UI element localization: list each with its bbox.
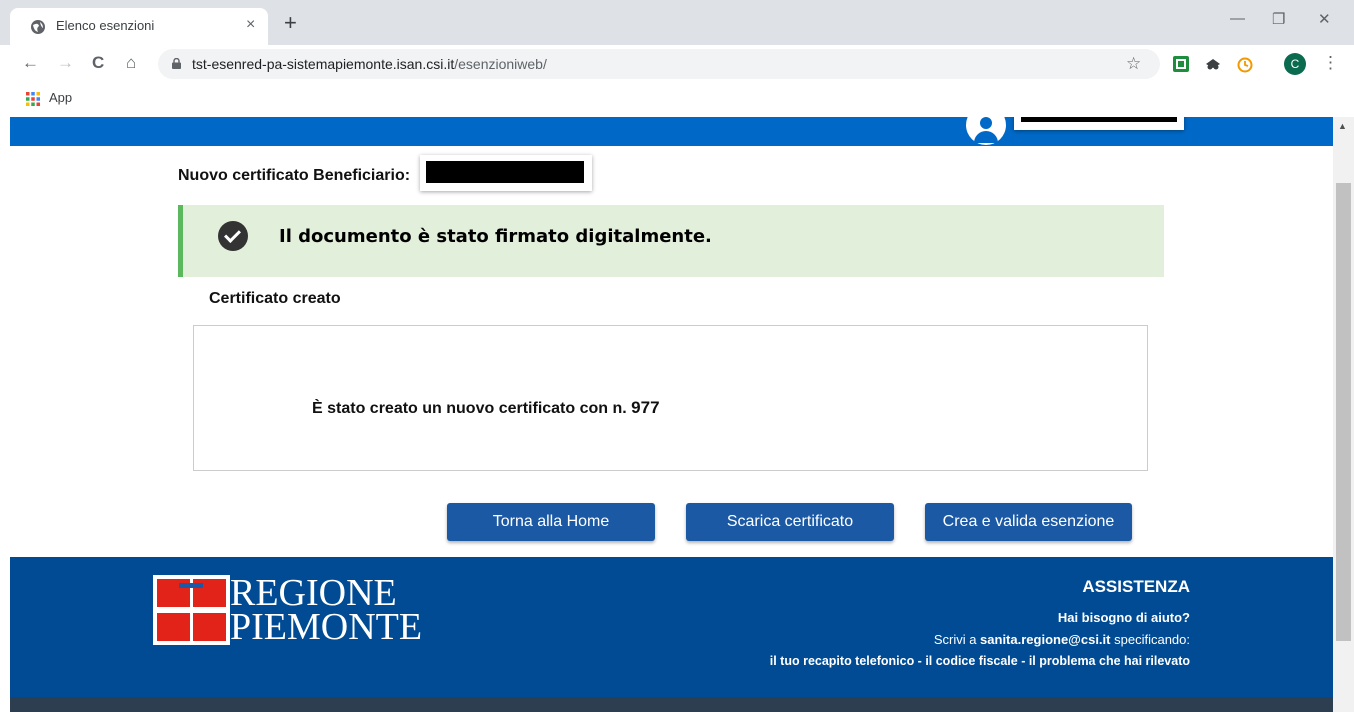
bookmark-star-icon[interactable]: ☆ xyxy=(1126,54,1141,74)
page-scrollbar[interactable]: ▲ xyxy=(1333,117,1354,712)
assistance-question: Hai bisogno di aiuto? xyxy=(1057,610,1190,625)
section-title: Certificato creato xyxy=(209,290,341,307)
browser-menu-icon[interactable]: ⋮ xyxy=(1322,53,1339,73)
result-panel: È stato creato un nuovo certificato con … xyxy=(193,325,1148,471)
profile-avatar[interactable]: C xyxy=(1284,53,1306,75)
result-message: È stato creato un nuovo certificato con … xyxy=(312,398,660,418)
scroll-up-icon[interactable]: ▲ xyxy=(1338,121,1347,131)
bookmarks-bar: App xyxy=(0,83,1354,117)
url-path: /esenzioniweb/ xyxy=(454,56,547,72)
back-home-button[interactable]: Torna alla Home xyxy=(447,503,655,541)
back-arrow-icon[interactable]: ← xyxy=(22,53,39,73)
scrollbar-thumb[interactable] xyxy=(1336,183,1351,641)
logo-text-piemonte: PIEMONTE xyxy=(230,606,423,648)
browser-tab-strip: Elenco esenzioni × + — ❐ ✕ xyxy=(0,0,1354,45)
browser-tab[interactable]: Elenco esenzioni × xyxy=(10,8,268,45)
new-tab-button[interactable]: + xyxy=(284,12,297,34)
assistance-write-suffix: specificando: xyxy=(1110,632,1190,647)
extension-timer-icon[interactable] xyxy=(1236,55,1254,73)
assistance-contact: Scrivi a sanita.regione@csi.it specifica… xyxy=(934,632,1190,647)
lock-icon[interactable] xyxy=(172,58,181,69)
bookmark-apps-label[interactable]: App xyxy=(49,90,72,105)
user-avatar-icon[interactable] xyxy=(966,117,1006,145)
assistance-write-prefix: Scrivi a xyxy=(933,632,981,647)
assistance-info: il tuo recapito telefonico - il codice f… xyxy=(769,654,1190,668)
restore-window-icon[interactable]: ❐ xyxy=(1272,10,1285,28)
redacted-beneficiary xyxy=(420,155,592,191)
download-certificate-button[interactable]: Scarica certificato xyxy=(686,503,894,541)
url-text[interactable]: tst-esenred-pa-sistemapiemonte.isan.csi.… xyxy=(192,56,547,72)
success-alert: Il documento è stato firmato digitalment… xyxy=(178,205,1164,277)
extension-spy-icon[interactable] xyxy=(1204,55,1222,73)
assistance-email-link[interactable]: sanita.regione@csi.it xyxy=(980,632,1110,647)
url-host: tst-esenred-pa-sistemapiemonte.isan.csi.… xyxy=(192,56,455,72)
new-certificate-label: Nuovo certificato Beneficiario: xyxy=(178,167,411,184)
close-window-icon[interactable]: ✕ xyxy=(1318,10,1331,28)
assistance-title: ASSISTENZA xyxy=(1082,577,1190,596)
globe-icon xyxy=(31,20,45,34)
site-footer: REGIONE PIEMONTE ASSISTENZA Hai bisogno … xyxy=(10,557,1333,697)
create-exemption-button[interactable]: Crea e valida esenzione xyxy=(925,503,1132,541)
minimize-window-icon[interactable]: — xyxy=(1230,10,1245,27)
redacted-user-name xyxy=(1014,117,1184,130)
tab-close-icon[interactable]: × xyxy=(246,16,255,34)
result-text: È stato creato un nuovo certificato con … xyxy=(312,400,627,417)
alert-message: Il documento è stato firmato digitalment… xyxy=(279,226,712,247)
certificate-number: 977 xyxy=(631,398,660,417)
reload-icon[interactable]: C xyxy=(92,53,104,73)
forward-arrow-icon[interactable]: → xyxy=(57,53,74,73)
footer-bottom-bar xyxy=(10,697,1333,712)
regione-piemonte-logo-icon xyxy=(153,575,230,645)
address-bar[interactable]: tst-esenred-pa-sistemapiemonte.isan.csi.… xyxy=(158,49,1160,79)
home-icon[interactable]: ⌂ xyxy=(126,53,136,73)
apps-grid-icon[interactable] xyxy=(26,92,40,106)
page-content: Nuovo certificato Beneficiario: Il docum… xyxy=(10,117,1333,712)
tab-title: Elenco esenzioni xyxy=(56,18,155,33)
check-circle-icon xyxy=(218,221,248,251)
extension-green-icon[interactable] xyxy=(1172,55,1190,73)
browser-toolbar: ← → C ⌂ tst-esenred-pa-sistemapiemonte.i… xyxy=(0,45,1354,83)
